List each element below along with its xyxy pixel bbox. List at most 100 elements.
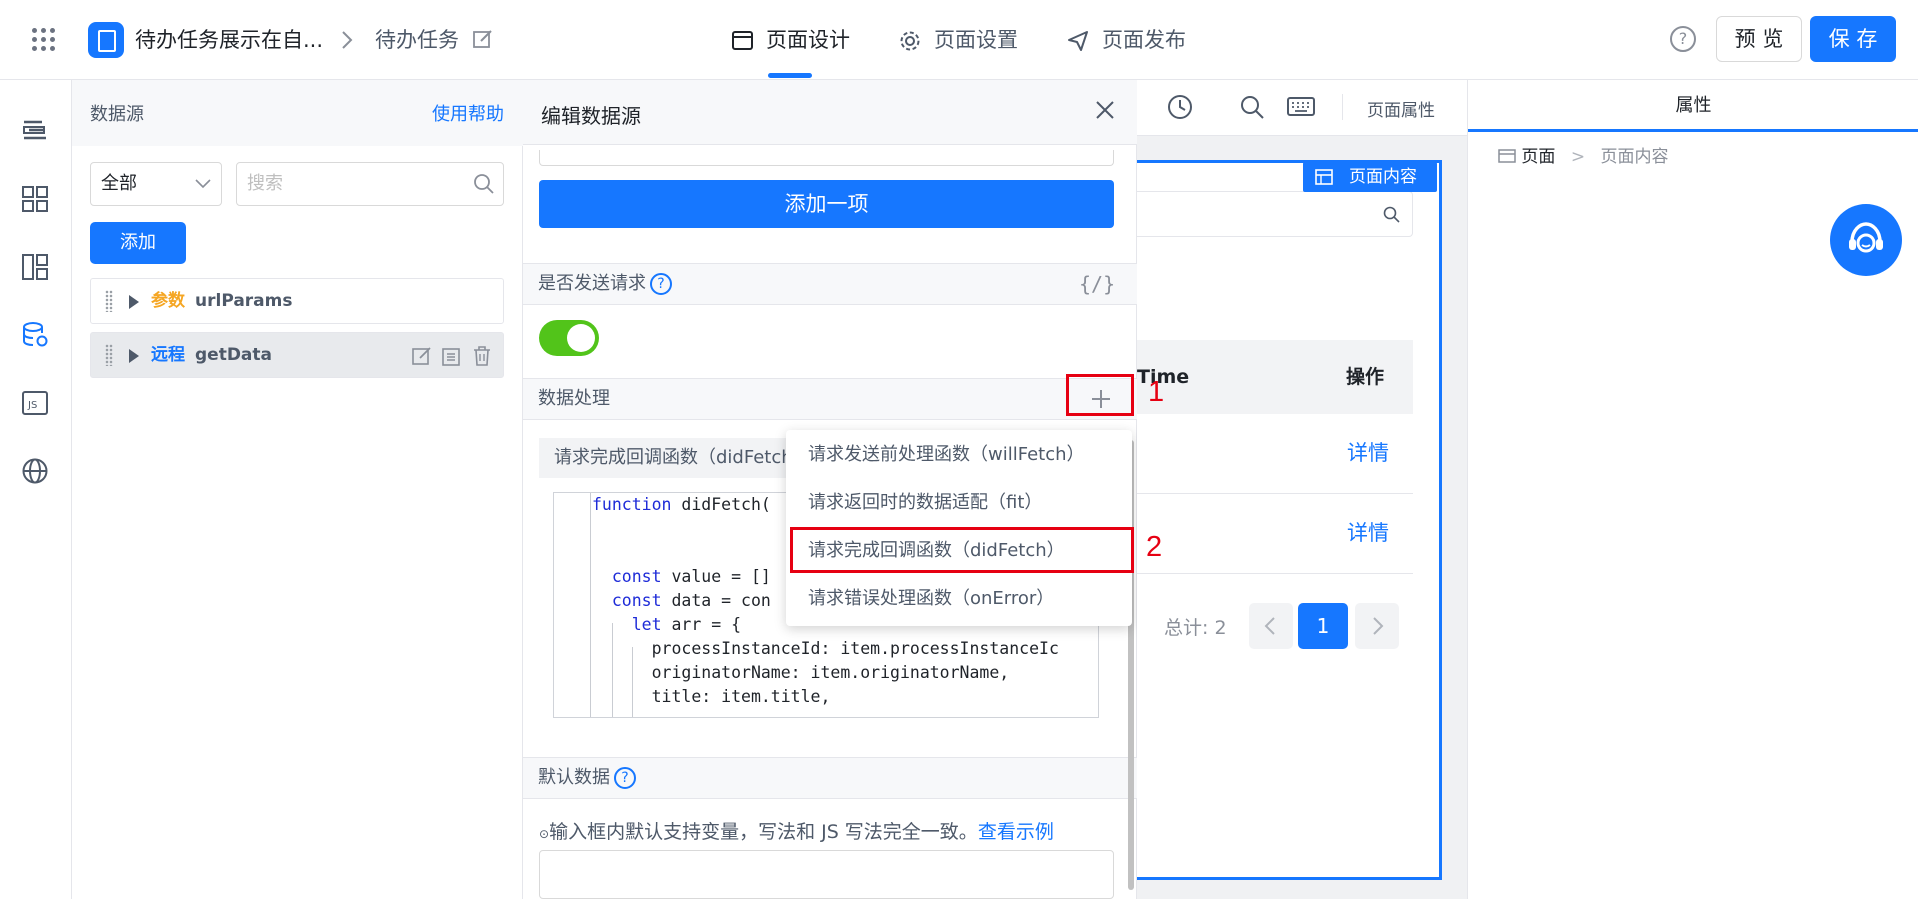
table-icon <box>1498 149 1516 163</box>
add-item-button[interactable]: 添加一项 <box>539 180 1114 228</box>
menu-item-willfetch[interactable]: 请求发送前处理函数（willFetch） <box>786 432 1132 478</box>
help-icon[interactable]: ? <box>650 273 672 295</box>
chevron-down-icon <box>195 179 211 189</box>
annotation-box-didfetch <box>790 527 1134 573</box>
datasource-type: 参数 <box>151 291 185 311</box>
properties-panel: 属性 页面 > 页面内容 <box>1467 80 1918 899</box>
code-line: title: item.title, <box>592 687 831 706</box>
type-filter-value: 全部 <box>101 173 137 194</box>
page-name: 待办任务 <box>375 28 459 52</box>
tab-page-design[interactable]: 页面设计 <box>766 26 850 54</box>
prev-page-button[interactable] <box>1249 603 1293 649</box>
svg-text:JS: JS <box>27 400 37 411</box>
total-count: 总计: 2 <box>1164 617 1227 639</box>
default-data-label: 默认数据 <box>538 767 610 788</box>
history-icon[interactable] <box>1167 94 1193 120</box>
headset-icon <box>1849 222 1883 253</box>
add-datasource-button[interactable]: 添加 <box>90 222 186 264</box>
datasource-name: urlParams <box>195 291 293 311</box>
help-icon[interactable]: ? <box>614 767 636 789</box>
menu-item-fit[interactable]: 请求返回时的数据适配（fit） <box>786 480 1132 526</box>
data-process-row: 数据处理 <box>523 378 1137 420</box>
customer-support-icon[interactable] <box>1830 204 1902 276</box>
save-button[interactable]: 保 存 <box>1810 16 1896 62</box>
app-grid-icon[interactable] <box>32 28 56 52</box>
view-example-link[interactable]: 查看示例 <box>978 821 1054 843</box>
search-input[interactable]: 搜索 <box>236 162 504 206</box>
code-line: originatorName: item.originatorName, <box>592 663 1010 682</box>
chevron-right-icon <box>342 31 353 49</box>
preview-button[interactable]: 预 览 <box>1716 16 1802 62</box>
edit-icon[interactable] <box>411 345 433 367</box>
send-request-row: 是否发送请求? {/} <box>523 263 1137 305</box>
default-data-input[interactable] <box>539 850 1114 899</box>
table-icon <box>1315 169 1333 185</box>
breadcrumb: 页面 > 页面内容 <box>1498 142 1668 172</box>
top-bar: 待办任务展示在自... 待办任务 页面设计 页面设置 页面发布 ? 预 览 保 … <box>0 0 1918 80</box>
info-icon: ⊙ <box>539 827 550 841</box>
code-toggle-icon[interactable]: {/} <box>1079 264 1115 304</box>
chevron-right-icon: > <box>1570 147 1586 167</box>
next-page-button[interactable] <box>1355 603 1399 649</box>
edit-panel-title: 编辑数据源 <box>541 104 641 128</box>
close-icon[interactable] <box>1095 100 1115 120</box>
drag-handle-icon[interactable] <box>105 344 113 366</box>
tab-page-settings[interactable]: 页面设置 <box>934 26 1018 54</box>
edit-icon[interactable] <box>472 28 494 50</box>
help-link[interactable]: 使用帮助 <box>432 100 504 126</box>
search-icon <box>1383 206 1400 223</box>
expand-triangle-icon[interactable] <box>129 295 139 309</box>
help-icon[interactable]: ? <box>1670 26 1696 52</box>
search-icon[interactable] <box>1239 94 1265 120</box>
app-name[interactable]: 待办任务展示在自... <box>135 26 323 54</box>
datasource-icon[interactable] <box>20 320 50 350</box>
drag-handle-icon[interactable] <box>105 290 113 312</box>
table-header: Time 操作 <box>1137 340 1413 414</box>
hint-line: ⊙输入框内默认支持变量，写法和 JS 写法完全一致。查看示例 <box>539 817 1054 844</box>
components-icon[interactable] <box>20 184 50 214</box>
type-filter-select[interactable]: 全部 <box>90 162 222 206</box>
active-tab-indicator <box>768 73 812 78</box>
tab-properties[interactable]: 属性 <box>1468 80 1918 132</box>
annotation-step-2: 2 <box>1146 531 1163 563</box>
send-request-switch[interactable] <box>539 320 599 356</box>
globe-icon[interactable] <box>20 456 50 486</box>
previous-field-edge <box>539 150 1114 166</box>
layout-icon <box>732 31 753 50</box>
page-properties-label[interactable]: 页面属性 <box>1367 96 1435 121</box>
datasource-title: 数据源 <box>90 104 144 125</box>
page-number-current[interactable]: 1 <box>1298 603 1348 649</box>
send-icon <box>1068 31 1088 51</box>
page-content-label: 页面内容 <box>1349 167 1417 187</box>
datasource-type: 远程 <box>151 345 185 365</box>
copy-icon[interactable] <box>441 345 463 367</box>
layout-templates-icon[interactable] <box>20 252 50 282</box>
trash-icon[interactable] <box>471 345 493 367</box>
datasource-header: 数据源 使用帮助 <box>72 80 523 146</box>
datasource-item-urlparams[interactable]: 参数 urlParams <box>90 278 504 324</box>
outline-icon[interactable] <box>20 116 50 146</box>
chevron-left-icon <box>1264 617 1275 635</box>
detail-link[interactable]: 详情 <box>1347 438 1389 468</box>
code-line: processInstanceId: item.processInstanceI… <box>592 639 1059 658</box>
datasource-item-getdata[interactable]: 远程 getData <box>90 332 504 378</box>
gear-icon <box>900 31 920 51</box>
detail-link[interactable]: 详情 <box>1347 518 1389 548</box>
expand-triangle-icon[interactable] <box>129 349 139 363</box>
breadcrumb-leaf: 页面内容 <box>1600 147 1669 167</box>
keyboard-icon[interactable] <box>1287 96 1315 118</box>
annotation-step-1: 1 <box>1148 376 1165 408</box>
table-row: 详情 <box>1137 414 1413 494</box>
page-content-badge: 页面内容 <box>1303 162 1437 192</box>
js-icon[interactable]: JS <box>20 388 50 418</box>
search-icon <box>474 174 494 194</box>
tab-page-publish[interactable]: 页面发布 <box>1102 26 1186 54</box>
app-logo <box>88 22 124 58</box>
page-content-frame[interactable]: Time 操作 详情 详情 总计: 2 1 <box>1137 160 1442 880</box>
menu-item-onerror[interactable]: 请求错误处理函数（onError） <box>786 576 1132 622</box>
canvas-search-input[interactable] <box>1137 191 1413 237</box>
column-action: 操作 <box>1346 366 1385 388</box>
data-process-label: 数据处理 <box>538 388 610 409</box>
breadcrumb-root[interactable]: 页面 <box>1521 147 1555 167</box>
canvas-toolbar: 页面属性 <box>1137 80 1467 136</box>
